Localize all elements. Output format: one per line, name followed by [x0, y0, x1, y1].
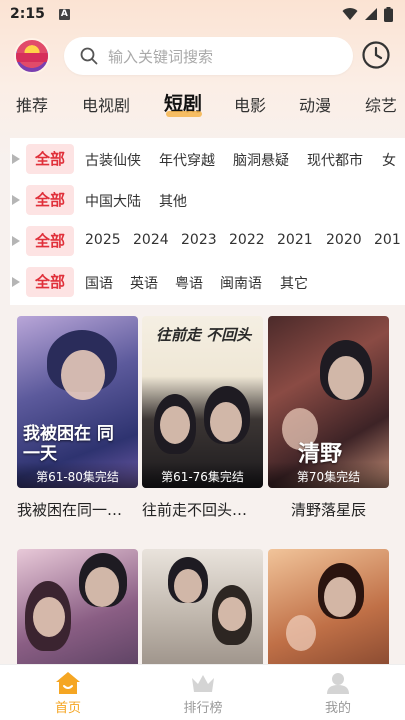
filter-option[interactable]: 中国大陆 [85, 191, 141, 211]
episode-badge: 第61-76集完结 [142, 462, 263, 488]
filter-all-genre[interactable]: 全部 [26, 144, 74, 174]
nav-ranking[interactable]: 排行榜 [158, 671, 248, 716]
status-bar: 2:15 A [0, 0, 405, 28]
poster-image: 往前走 不回头 第61-76集完结 [142, 316, 263, 488]
card-title: 我被困在同一… [17, 501, 123, 519]
active-tab-indicator [166, 111, 202, 117]
filter-panel: 全部 古装仙侠 年代穿越 脑洞悬疑 现代都市 女 全部 中国大陆 其他 全部 2… [10, 138, 405, 305]
filter-option[interactable]: 粤语 [175, 273, 203, 293]
filter-row-region: 全部 中国大陆 其他 [10, 183, 405, 217]
history-clock-icon[interactable] [361, 40, 391, 70]
filter-option[interactable]: 2024 [133, 232, 169, 248]
search-placeholder: 输入关键词搜索 [108, 47, 214, 66]
home-icon [56, 672, 80, 694]
tab-tv-series[interactable]: 电视剧 [82, 92, 130, 116]
filter-option[interactable]: 闽南语 [220, 273, 262, 293]
wifi-icon [342, 8, 358, 20]
filter-option[interactable]: 2025 [85, 232, 121, 248]
status-time: 2:15 [10, 6, 45, 22]
filter-option[interactable]: 脑洞悬疑 [233, 150, 289, 170]
filter-option[interactable]: 201 [374, 232, 401, 248]
nav-label: 我的 [324, 701, 351, 716]
card-title: 清野落星辰 [290, 501, 366, 519]
drama-card[interactable]: 往前走 不回头 第61-76集完结 往前走不回头… [142, 316, 263, 520]
card-title: 往前走不回头… [142, 501, 248, 519]
expand-arrow-icon[interactable] [12, 154, 20, 164]
nav-profile[interactable]: 我的 [293, 671, 383, 716]
nav-label: 排行榜 [183, 701, 223, 716]
filter-option[interactable]: 国语 [85, 273, 113, 293]
search-icon [80, 47, 98, 65]
tab-variety[interactable]: 综艺 [365, 92, 397, 116]
episode-badge: 第61-80集完结 [17, 462, 138, 488]
filter-row-year: 全部 2025 2024 2023 2022 2021 2020 201 [10, 224, 405, 258]
episode-badge: 第70集完结 [268, 462, 389, 488]
filter-option[interactable]: 2023 [181, 232, 217, 248]
poster-title-text: 往前走 不回头 [156, 326, 252, 344]
filter-option[interactable]: 其它 [280, 273, 308, 293]
drama-card[interactable]: 我被困在 同一天 第61-80集完结 我被困在同一… [17, 316, 138, 520]
tab-anime[interactable]: 动漫 [299, 92, 331, 116]
filter-option[interactable]: 其他 [159, 191, 187, 211]
expand-arrow-icon[interactable] [12, 195, 20, 205]
expand-arrow-icon[interactable] [12, 236, 20, 246]
bottom-navigation: 首页 排行榜 我的 [0, 664, 405, 720]
filter-all-year[interactable]: 全部 [26, 226, 74, 256]
filter-all-region[interactable]: 全部 [26, 185, 74, 215]
filter-option[interactable]: 2021 [277, 232, 313, 248]
filter-row-genre: 全部 古装仙侠 年代穿越 脑洞悬疑 现代都市 女 [10, 142, 405, 176]
user-icon [327, 673, 349, 694]
filter-option[interactable]: 2020 [326, 232, 362, 248]
filter-option[interactable]: 古装仙侠 [85, 150, 141, 170]
tab-recommend[interactable]: 推荐 [16, 92, 48, 116]
crown-icon [192, 675, 214, 692]
notification-icon: A [58, 8, 70, 20]
expand-arrow-icon[interactable] [12, 277, 20, 287]
category-tabs: 推荐 电视剧 短剧 电影 动漫 综艺 [0, 86, 405, 122]
search-input[interactable]: 输入关键词搜索 [64, 37, 353, 75]
filter-option[interactable]: 2022 [229, 232, 265, 248]
tab-movie[interactable]: 电影 [234, 92, 266, 116]
poster-title-text: 我被困在 同一天 [23, 424, 114, 464]
battery-icon [384, 6, 393, 22]
filter-option[interactable]: 女 [382, 150, 396, 170]
app-logo [14, 38, 50, 74]
filter-option[interactable]: 年代穿越 [159, 150, 215, 170]
drama-card[interactable]: 清野 第70集完结 清野落星辰 [268, 316, 389, 520]
nav-label: 首页 [54, 701, 81, 716]
filter-option[interactable]: 英语 [130, 273, 158, 293]
filter-all-language[interactable]: 全部 [26, 267, 74, 297]
poster-image: 我被困在 同一天 第61-80集完结 [17, 316, 138, 488]
poster-image: 清野 第70集完结 [268, 316, 389, 488]
nav-home[interactable]: 首页 [23, 671, 113, 716]
signal-icon [365, 8, 377, 20]
filter-option[interactable]: 现代都市 [307, 150, 363, 170]
filter-row-language: 全部 国语 英语 粤语 闽南语 其它 [10, 265, 405, 299]
